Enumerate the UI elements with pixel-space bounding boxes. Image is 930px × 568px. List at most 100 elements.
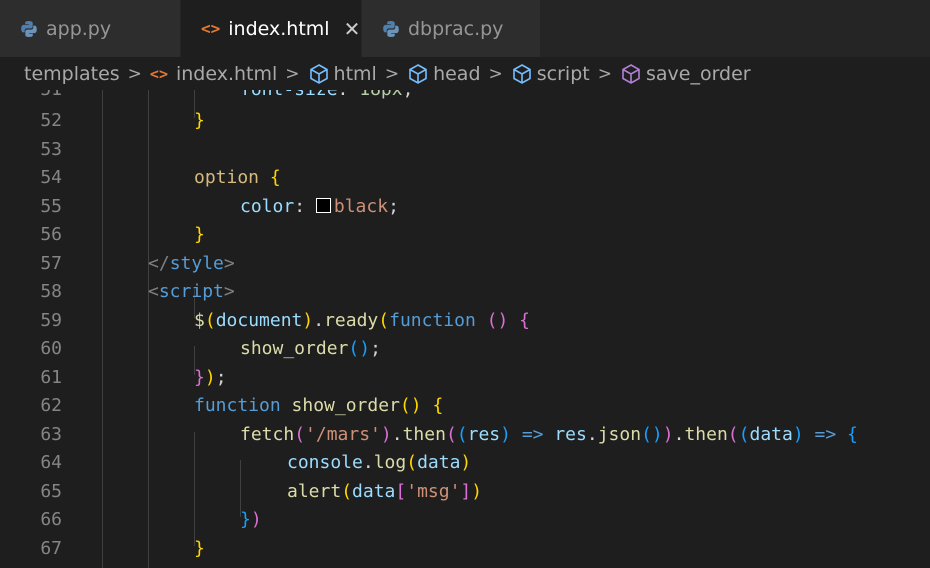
token: ) bbox=[500, 423, 511, 445]
token: ( bbox=[727, 423, 739, 445]
close-icon[interactable]: ✕ bbox=[344, 17, 361, 41]
token: res bbox=[554, 423, 587, 445]
line-number: 63 bbox=[40, 423, 62, 445]
tab-app-py[interactable]: app.py bbox=[0, 0, 180, 57]
code-editor[interactable]: 51 font-size: 18px; 52 } 53 54 option { … bbox=[0, 90, 930, 568]
token: ( bbox=[204, 309, 216, 331]
line-number: 67 bbox=[40, 537, 62, 559]
cube-icon bbox=[409, 63, 427, 84]
tab-label: app.py bbox=[46, 17, 112, 40]
token: } bbox=[194, 224, 205, 245]
code-text: }) bbox=[240, 506, 262, 535]
line-number: 54 bbox=[40, 167, 62, 188]
breadcrumb-script[interactable]: script bbox=[511, 63, 590, 85]
token: json bbox=[597, 423, 642, 445]
breadcrumb-symbol[interactable]: save_order bbox=[620, 63, 751, 85]
token: px bbox=[381, 90, 403, 100]
token: < bbox=[148, 281, 159, 302]
code-line: 67 } bbox=[0, 535, 930, 564]
code-text: show_order(); bbox=[240, 335, 381, 364]
token: ; bbox=[215, 366, 227, 388]
python-file-icon bbox=[21, 20, 37, 37]
token: } bbox=[194, 537, 205, 559]
breadcrumb-html[interactable]: html bbox=[308, 63, 377, 85]
token: { bbox=[508, 309, 531, 331]
tab-bar: app.py <> index.html ✕ dbprac.py bbox=[0, 0, 930, 57]
token: { bbox=[847, 423, 858, 445]
token: ( bbox=[406, 452, 418, 473]
breadcrumb-html-label: html bbox=[333, 62, 377, 85]
token: => bbox=[803, 423, 848, 445]
breadcrumb-symbol-label: save_order bbox=[645, 62, 751, 85]
line-number: 60 bbox=[40, 338, 62, 359]
tab-dbprac-py[interactable]: dbprac.py bbox=[362, 0, 540, 57]
token: </ bbox=[148, 252, 170, 274]
breadcrumb-script-label: script bbox=[536, 62, 590, 85]
line-number: 57 bbox=[40, 252, 62, 274]
python-file-icon bbox=[383, 20, 399, 37]
token: font-size bbox=[240, 90, 338, 100]
breadcrumb-file-label: index.html bbox=[175, 62, 278, 85]
line-number: 53 bbox=[40, 138, 62, 160]
code-text: function show_order() { bbox=[194, 392, 443, 421]
breadcrumb: templates > <> index.html > html > head … bbox=[0, 57, 930, 90]
token: } bbox=[194, 366, 205, 388]
token: ; bbox=[388, 195, 399, 217]
code-line: 60 show_order(); bbox=[0, 335, 930, 364]
code-line: 51 font-size: 18px; bbox=[0, 90, 930, 105]
code-line: 57 </style> bbox=[0, 250, 930, 279]
token: . bbox=[362, 452, 374, 473]
token: $ bbox=[194, 309, 205, 331]
token: black bbox=[333, 195, 389, 217]
token: show_order bbox=[280, 395, 400, 416]
breadcrumb-file[interactable]: <> index.html bbox=[150, 63, 277, 85]
token: fetch bbox=[240, 423, 295, 445]
token: ( bbox=[738, 423, 750, 445]
token: ) bbox=[250, 509, 262, 530]
token: . bbox=[586, 423, 598, 445]
code-text: <script> bbox=[148, 278, 235, 307]
breadcrumb-head[interactable]: head bbox=[407, 63, 481, 85]
chevron-right-icon: > bbox=[384, 63, 400, 84]
code-text: font-size: 18px; bbox=[240, 90, 413, 105]
line-number: 64 bbox=[40, 452, 62, 473]
tab-label: dbprac.py bbox=[408, 17, 504, 40]
line-number: 59 bbox=[40, 309, 62, 331]
token: ( bbox=[341, 480, 353, 502]
token: ] bbox=[460, 480, 472, 502]
code-line: 56 } bbox=[0, 221, 930, 250]
line-number: 55 bbox=[40, 195, 62, 217]
token: ( bbox=[378, 309, 390, 331]
code-line: 53 bbox=[0, 136, 930, 165]
token: data bbox=[749, 423, 793, 445]
line-number: 58 bbox=[40, 281, 62, 302]
token: } bbox=[240, 509, 251, 530]
html-file-icon: <> bbox=[149, 64, 168, 83]
token: res bbox=[467, 423, 501, 445]
chevron-right-icon: > bbox=[127, 63, 142, 84]
breadcrumb-folder[interactable]: templates bbox=[24, 63, 120, 85]
line-number: 52 bbox=[40, 110, 62, 131]
code-line: 61 }); bbox=[0, 364, 930, 393]
code-line: 66 }) bbox=[0, 506, 930, 535]
token: : bbox=[294, 195, 316, 217]
code-line: 62 function show_order() { bbox=[0, 392, 930, 421]
token: : bbox=[338, 90, 360, 100]
code-text: $(document).ready(function () { bbox=[194, 307, 530, 336]
code-line: 52 } bbox=[0, 107, 930, 136]
token: } bbox=[194, 110, 205, 131]
tab-index-html[interactable]: <> index.html ✕ bbox=[181, 0, 361, 57]
chevron-right-icon: > bbox=[488, 63, 503, 84]
code-line: 55 color: black; bbox=[0, 193, 930, 222]
token: ) bbox=[471, 480, 483, 502]
code-line: 64 console.log(data) bbox=[0, 449, 930, 478]
token: 'msg' bbox=[406, 480, 461, 502]
token: log bbox=[373, 452, 407, 473]
token: '/mars' bbox=[305, 423, 381, 445]
color-swatch-icon[interactable] bbox=[315, 197, 331, 213]
code-text: color: black; bbox=[240, 193, 399, 222]
line-number: 62 bbox=[40, 395, 62, 416]
code-line: 59 $(document).ready(function () { bbox=[0, 307, 930, 336]
token: ( bbox=[445, 423, 457, 445]
line-number: 56 bbox=[40, 224, 62, 245]
